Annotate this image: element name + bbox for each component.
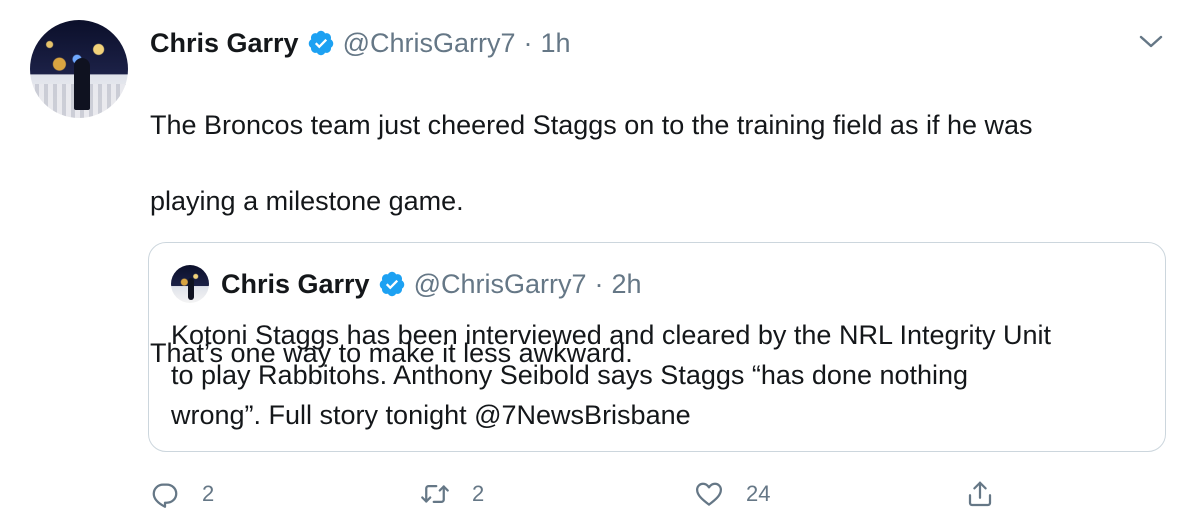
- like-button[interactable]: 24: [694, 474, 770, 514]
- header-separator: ·: [523, 28, 533, 58]
- quoted-text-line: Kotoni Staggs has been interviewed and c…: [171, 320, 1052, 350]
- author-avatar[interactable]: [30, 20, 128, 118]
- tweet-text-line: The Broncos team just cheered Staggs on …: [150, 110, 1033, 140]
- tweet-actions: 2 2 24: [150, 474, 1150, 514]
- quoted-author-avatar: [171, 265, 209, 303]
- tweet-timestamp[interactable]: 1h: [541, 26, 571, 60]
- tweet-text-line: playing a milestone game.: [150, 186, 464, 216]
- verified-badge-icon: [379, 271, 404, 297]
- like-count: 24: [746, 481, 771, 506]
- chevron-down-icon[interactable]: [1138, 32, 1164, 52]
- author-name[interactable]: Chris Garry: [150, 26, 299, 60]
- quoted-tweet-timestamp: 2h: [611, 269, 642, 299]
- quoted-author-name: Chris Garry: [221, 269, 370, 299]
- heart-icon: [696, 482, 722, 506]
- header-separator: ·: [594, 269, 604, 299]
- author-handle[interactable]: @ChrisGarry7: [343, 26, 516, 60]
- reply-count: 2: [202, 481, 215, 506]
- tweet-header: Chris Garry @ChrisGarry7 · 1h: [150, 26, 571, 60]
- retweet-icon: [421, 485, 449, 503]
- quoted-tweet[interactable]: Chris Garry @ChrisGarry7 · 2h Kotoni Sta…: [148, 242, 1166, 452]
- tweet-card[interactable]: Chris Garry @ChrisGarry7 · 1h The Bronco…: [0, 0, 1196, 532]
- quoted-text-line: to play Rabbitohs. Anthony Seibold says …: [171, 360, 969, 390]
- avatar-person-silhouette: [74, 58, 90, 110]
- quoted-author-handle: @ChrisGarry7: [413, 269, 587, 299]
- reply-button[interactable]: 2: [150, 474, 214, 514]
- verified-badge-icon: [308, 30, 333, 56]
- quoted-text-line: wrong”. Full story tonight @7NewsBrisban…: [171, 400, 691, 430]
- retweet-count: 2: [472, 481, 485, 506]
- retweet-button[interactable]: 2: [420, 474, 484, 514]
- reply-icon: [152, 483, 178, 508]
- quoted-tweet-header: Chris Garry @ChrisGarry7 · 2h: [221, 267, 642, 301]
- share-icon: [968, 481, 992, 507]
- quoted-tweet-text: Kotoni Staggs has been interviewed and c…: [171, 315, 1151, 435]
- share-button[interactable]: [965, 474, 995, 514]
